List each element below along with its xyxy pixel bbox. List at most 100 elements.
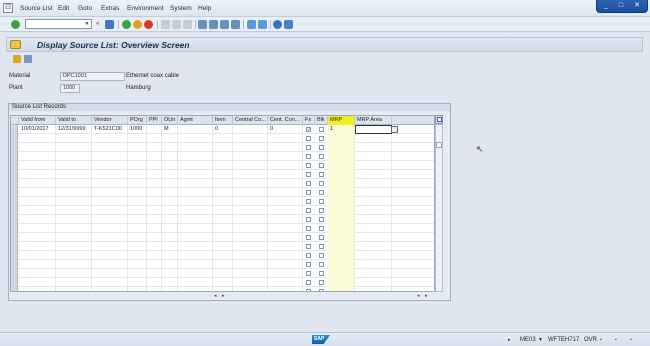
table-cell[interactable] [128, 215, 147, 224]
table-cell[interactable] [178, 179, 213, 188]
table-cell[interactable] [162, 170, 178, 179]
table-cell[interactable] [268, 287, 303, 291]
table-row[interactable] [11, 269, 434, 278]
table-cell[interactable] [268, 260, 303, 269]
status-settings-icon[interactable]: ▪ [600, 337, 602, 343]
layout-menu-icon[interactable] [284, 20, 293, 29]
table-cell[interactable] [147, 233, 162, 242]
table-cell[interactable] [19, 278, 56, 287]
table-cell[interactable] [233, 152, 268, 161]
table-cell[interactable] [162, 197, 178, 206]
blocked-checkbox[interactable] [319, 145, 324, 150]
table-cell[interactable] [19, 152, 56, 161]
cell-mrp-area[interactable] [355, 125, 392, 134]
fixed-checkbox[interactable] [306, 145, 311, 150]
table-cell[interactable] [56, 143, 92, 152]
table-cell[interactable] [355, 143, 392, 152]
table-cell[interactable] [56, 287, 92, 291]
cell-agmt[interactable] [178, 125, 213, 134]
table-cell[interactable] [56, 269, 92, 278]
table-cell[interactable] [178, 278, 213, 287]
table-cell[interactable] [178, 152, 213, 161]
table-cell[interactable] [147, 260, 162, 269]
table-cell[interactable] [128, 251, 147, 260]
table-cell[interactable] [162, 278, 178, 287]
table-cell[interactable] [213, 206, 233, 215]
table-row[interactable] [11, 224, 434, 233]
new-session-icon[interactable] [247, 20, 256, 29]
help-icon[interactable] [273, 20, 282, 29]
fixed-checkbox[interactable] [306, 208, 311, 213]
table-cell[interactable] [213, 260, 233, 269]
cell-ppl[interactable] [147, 125, 162, 134]
display-change-icon[interactable] [13, 55, 21, 63]
table-cell[interactable] [56, 179, 92, 188]
table-cell[interactable] [213, 269, 233, 278]
table-cell[interactable] [162, 152, 178, 161]
table-cell[interactable] [328, 179, 355, 188]
table-cell[interactable] [162, 206, 178, 215]
blocked-checkbox[interactable] [319, 253, 324, 258]
back-icon[interactable] [122, 20, 131, 29]
table-cell[interactable] [19, 206, 56, 215]
row-selector[interactable] [11, 242, 18, 251]
table-cell[interactable] [56, 197, 92, 206]
table-cell[interactable] [268, 269, 303, 278]
menu-environment[interactable]: Environment [127, 5, 164, 12]
table-cell[interactable] [92, 134, 128, 143]
table-cell[interactable] [92, 188, 128, 197]
status-more-icon[interactable]: ▪ [630, 337, 632, 343]
table-cell[interactable] [268, 134, 303, 143]
table-cell[interactable] [213, 233, 233, 242]
table-cell[interactable] [128, 197, 147, 206]
table-cell[interactable] [147, 143, 162, 152]
menu-source-list[interactable]: Source List [20, 5, 53, 12]
column-central-contract[interactable]: Central Co... [233, 116, 268, 125]
table-cell[interactable] [56, 152, 92, 161]
blocked-checkbox[interactable] [319, 127, 324, 132]
material-field[interactable]: DPC1001 [60, 72, 125, 81]
row-selector[interactable] [11, 188, 18, 197]
fixed-checkbox[interactable] [306, 253, 311, 258]
table-cell[interactable] [147, 287, 162, 291]
table-cell[interactable] [233, 134, 268, 143]
table-cell[interactable] [162, 287, 178, 291]
table-cell[interactable] [268, 242, 303, 251]
table-cell[interactable] [233, 224, 268, 233]
table-row[interactable] [11, 152, 434, 161]
last-page-icon[interactable] [231, 20, 240, 29]
table-cell[interactable] [268, 197, 303, 206]
row-selector[interactable] [11, 278, 18, 287]
table-cell[interactable] [147, 197, 162, 206]
table-cell[interactable] [92, 143, 128, 152]
fixed-checkbox[interactable] [306, 199, 311, 204]
blocked-checkbox[interactable] [319, 181, 324, 186]
table-cell[interactable] [355, 197, 392, 206]
row-selector[interactable] [11, 206, 18, 215]
table-cell[interactable] [268, 170, 303, 179]
row-selector[interactable] [11, 197, 18, 206]
table-cell[interactable] [328, 224, 355, 233]
table-cell[interactable] [147, 134, 162, 143]
column-ppl[interactable]: PPl [147, 116, 162, 125]
next-page-icon[interactable] [220, 20, 229, 29]
enter-icon[interactable] [11, 20, 20, 29]
table-cell[interactable] [128, 179, 147, 188]
table-cell[interactable] [268, 215, 303, 224]
table-row[interactable]: 10/01/2017 12/31/9999 T-K521C00 1000 M 0… [11, 125, 434, 134]
save-icon[interactable] [105, 20, 114, 29]
table-cell[interactable] [56, 134, 92, 143]
table-row[interactable] [11, 287, 434, 291]
table-cell[interactable] [92, 287, 128, 291]
blocked-checkbox[interactable] [319, 262, 324, 267]
table-cell[interactable] [128, 143, 147, 152]
table-cell[interactable] [128, 242, 147, 251]
table-cell[interactable] [328, 278, 355, 287]
chevron-down-icon[interactable]: ▼ [538, 337, 543, 343]
table-cell[interactable] [147, 242, 162, 251]
table-cell[interactable] [233, 233, 268, 242]
table-cell[interactable] [233, 161, 268, 170]
table-cell[interactable] [19, 269, 56, 278]
table-cell[interactable] [162, 242, 178, 251]
table-cell[interactable] [328, 161, 355, 170]
